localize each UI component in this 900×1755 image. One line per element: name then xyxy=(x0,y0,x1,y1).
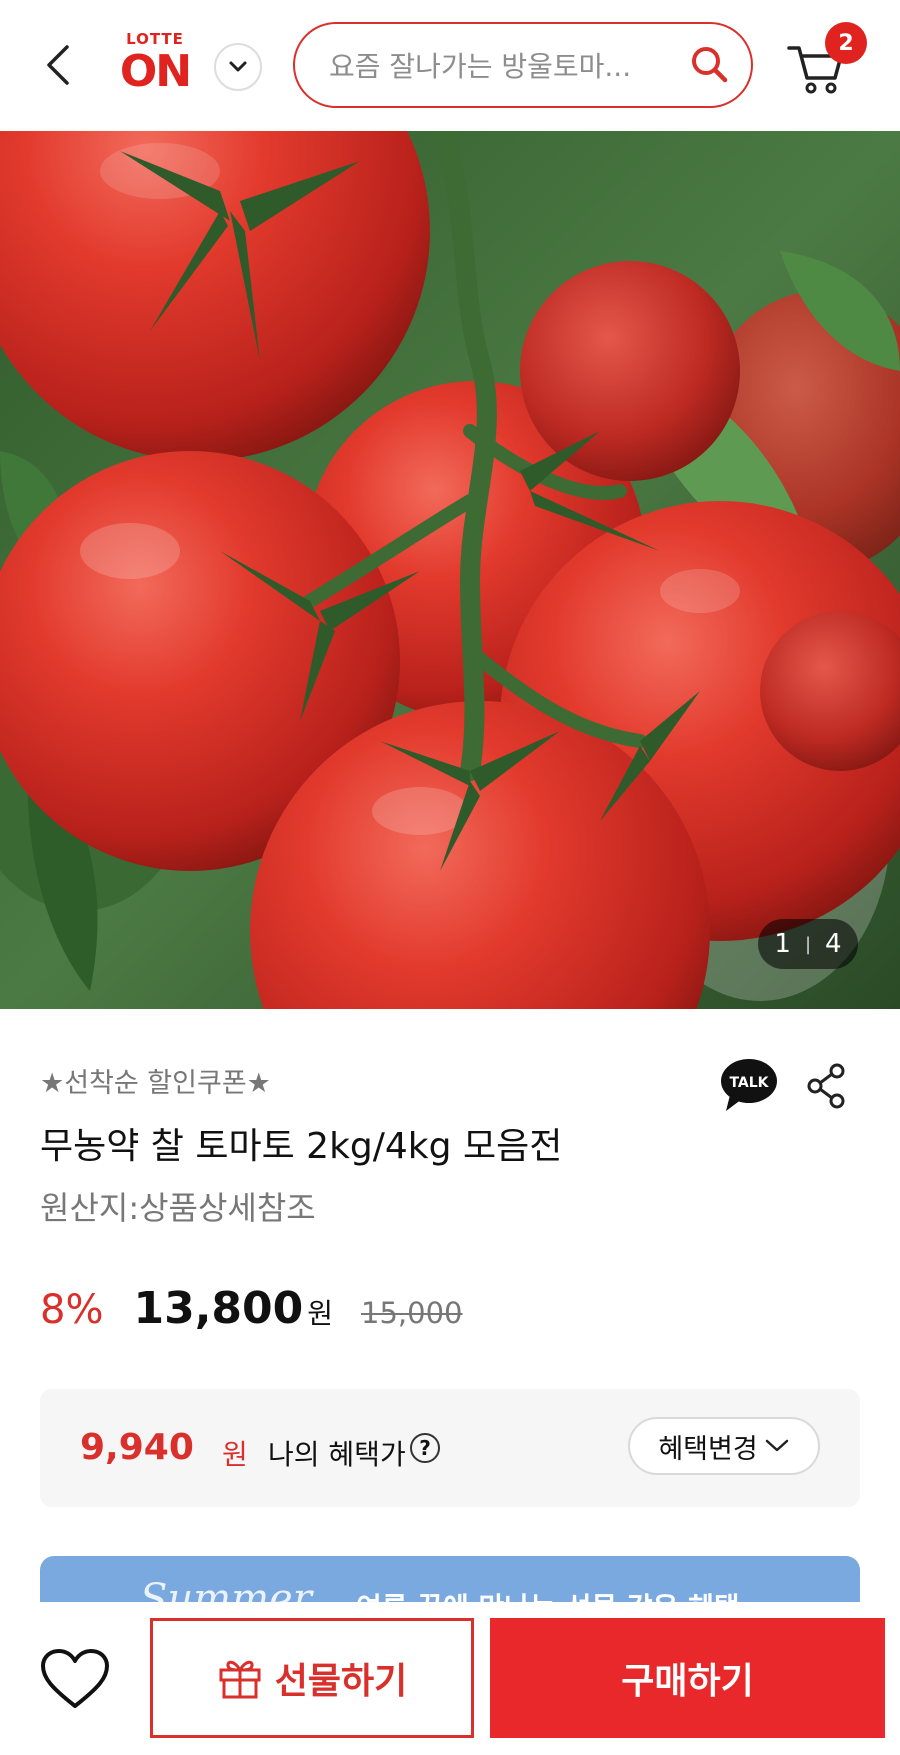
mall-dropdown-button[interactable] xyxy=(214,43,262,91)
logo-main-text: ON xyxy=(119,46,192,97)
benefit-price-unit: 원 xyxy=(222,1438,248,1471)
image-counter: 1 | 4 xyxy=(758,919,858,969)
chevron-down-icon xyxy=(229,61,247,72)
gift-icon xyxy=(219,1660,261,1699)
change-benefit-button[interactable]: 혜택변경 xyxy=(628,1417,820,1475)
image-counter-separator: | xyxy=(804,933,812,955)
bottom-action-bar: 선물하기 구매하기 xyxy=(0,1602,900,1755)
top-header: LOTTE ON 요즘 잘나가는 방울토마... 2 xyxy=(0,0,900,131)
benefit-label: 나의 혜택가 xyxy=(268,1438,406,1471)
search-bar[interactable]: 요즘 잘나가는 방울토마... xyxy=(293,22,753,108)
lotte-on-logo[interactable]: LOTTE ON xyxy=(112,30,198,100)
product-origin: 원산지:상품상세참조 xyxy=(40,1189,316,1227)
my-benefit-box: 9,940 원 나의 혜택가 ? 혜택변경 xyxy=(40,1389,860,1507)
back-arrow-icon xyxy=(47,45,69,85)
price-row: 8% 13,800 원 15,000 xyxy=(40,1283,463,1343)
discount-rate: 8% xyxy=(40,1287,104,1333)
buy-label: 구매하기 xyxy=(621,1661,754,1702)
help-icon[interactable]: ? xyxy=(410,1433,440,1463)
change-benefit-label: 혜택변경 xyxy=(658,1433,758,1465)
back-button[interactable] xyxy=(36,38,80,92)
heart-icon[interactable] xyxy=(40,1648,110,1710)
buy-button[interactable]: 구매하기 xyxy=(490,1618,885,1738)
cart-count-badge: 2 xyxy=(825,22,867,64)
price-unit: 원 xyxy=(307,1297,334,1330)
tomato-product-image xyxy=(0,131,900,1009)
talk-label: TALK xyxy=(729,1075,769,1091)
coupon-label: ★선착순 할인쿠폰★ xyxy=(40,1068,271,1099)
share-icon[interactable] xyxy=(806,1063,846,1109)
search-input[interactable]: 요즘 잘나가는 방울토마... xyxy=(329,45,669,85)
benefit-price: 9,940 xyxy=(80,1427,194,1468)
image-counter-total: 4 xyxy=(825,929,842,959)
search-icon[interactable] xyxy=(689,44,729,84)
product-title: 무농약 찰 토마토 2kg/4kg 모음전 xyxy=(40,1126,563,1167)
gift-button[interactable]: 선물하기 xyxy=(150,1618,474,1738)
talk-chat-icon[interactable]: TALK xyxy=(720,1057,778,1113)
image-counter-current: 1 xyxy=(774,929,791,959)
gift-label: 선물하기 xyxy=(274,1661,408,1702)
chevron-down-icon xyxy=(765,1439,788,1452)
product-image-carousel[interactable]: 1 | 4 xyxy=(0,131,900,1009)
original-price: 15,000 xyxy=(361,1296,463,1330)
sale-price: 13,800 xyxy=(133,1283,304,1334)
